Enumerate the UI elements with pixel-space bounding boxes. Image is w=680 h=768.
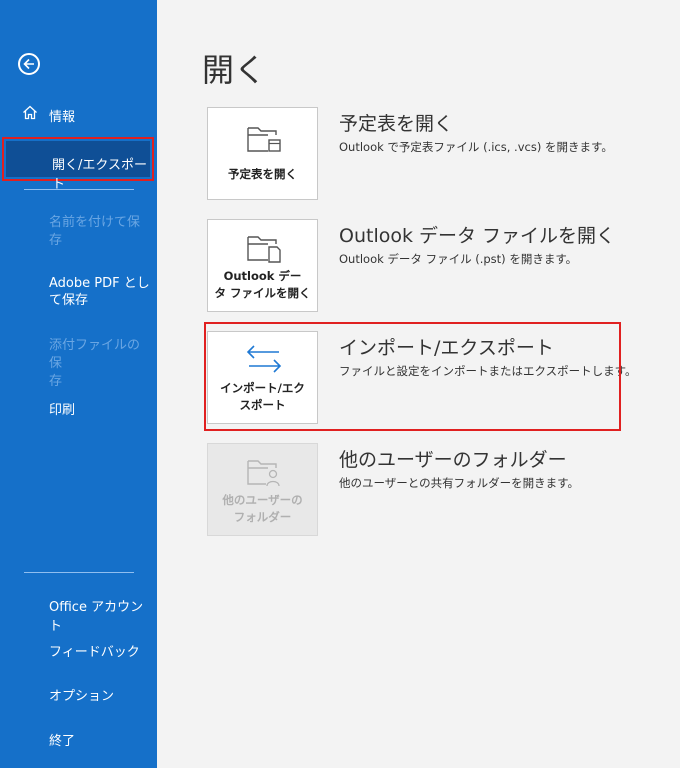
- option-description: Outlook データ ファイル (.pst) を開きます。: [339, 252, 578, 266]
- sidebar-item-label: 開く/エクスポート: [52, 158, 147, 192]
- sidebar-divider: [24, 189, 134, 190]
- selected-background: 開く/エクスポート: [6, 141, 150, 192]
- main-panel: 開く 予定表を開く 予定表を開く Outlook で予定表ファイル (.ics,…: [157, 0, 680, 768]
- tile-label: 他のユーザーの フォルダー: [222, 493, 303, 524]
- sidebar-item-save-attachments: 添付ファイルの保 存: [49, 338, 141, 389]
- back-button[interactable]: [18, 53, 40, 75]
- home-icon: [23, 105, 37, 120]
- option-description: Outlook で予定表ファイル (.ics, .vcs) を開きます。: [339, 140, 613, 154]
- option-description: 他のユーザーとの共有フォルダーを開きます。: [339, 476, 580, 490]
- sidebar-item-info[interactable]: 情報: [49, 106, 149, 125]
- sidebar-item-print[interactable]: 印刷: [49, 399, 149, 418]
- option-title: 他のユーザーのフォルダー: [339, 449, 567, 471]
- backstage-sidebar: 情報 開く/エクスポート 名前を付けて保 存 Adobe PDF とし て保存 …: [0, 0, 157, 768]
- sidebar-item-feedback[interactable]: フィードバック: [49, 641, 149, 660]
- sidebar-item-save-as-pdf[interactable]: Adobe PDF とし て保存: [49, 275, 153, 309]
- open-data-file-button[interactable]: Outlook デー タ ファイルを開く: [207, 219, 318, 312]
- data-file-folder-icon: [247, 236, 281, 263]
- option-title: Outlook データ ファイルを開く: [339, 225, 616, 247]
- sidebar-item-exit[interactable]: 終了: [49, 730, 149, 749]
- tile-label: Outlook デー タ ファイルを開く: [214, 269, 311, 300]
- sidebar-item-save-as: 名前を付けて保 存: [49, 215, 141, 248]
- option-title: 予定表を開く: [339, 113, 454, 135]
- sidebar-item-options[interactable]: オプション: [49, 685, 149, 704]
- sidebar-item-open-export[interactable]: 開く/エクスポート: [2, 137, 154, 192]
- page-title: 開く: [202, 51, 267, 89]
- calendar-folder-icon: [247, 127, 281, 152]
- highlight-frame: [204, 322, 621, 431]
- sidebar-divider: [24, 572, 134, 573]
- other-user-folder-button: 他のユーザーの フォルダー: [207, 443, 318, 536]
- back-arrow-icon: [23, 58, 34, 70]
- open-calendar-button[interactable]: 予定表を開く: [207, 107, 318, 200]
- shared-folder-icon: [247, 460, 280, 487]
- sidebar-item-office-account[interactable]: Office アカウント: [49, 596, 154, 634]
- tile-label: 予定表を開く: [228, 167, 297, 181]
